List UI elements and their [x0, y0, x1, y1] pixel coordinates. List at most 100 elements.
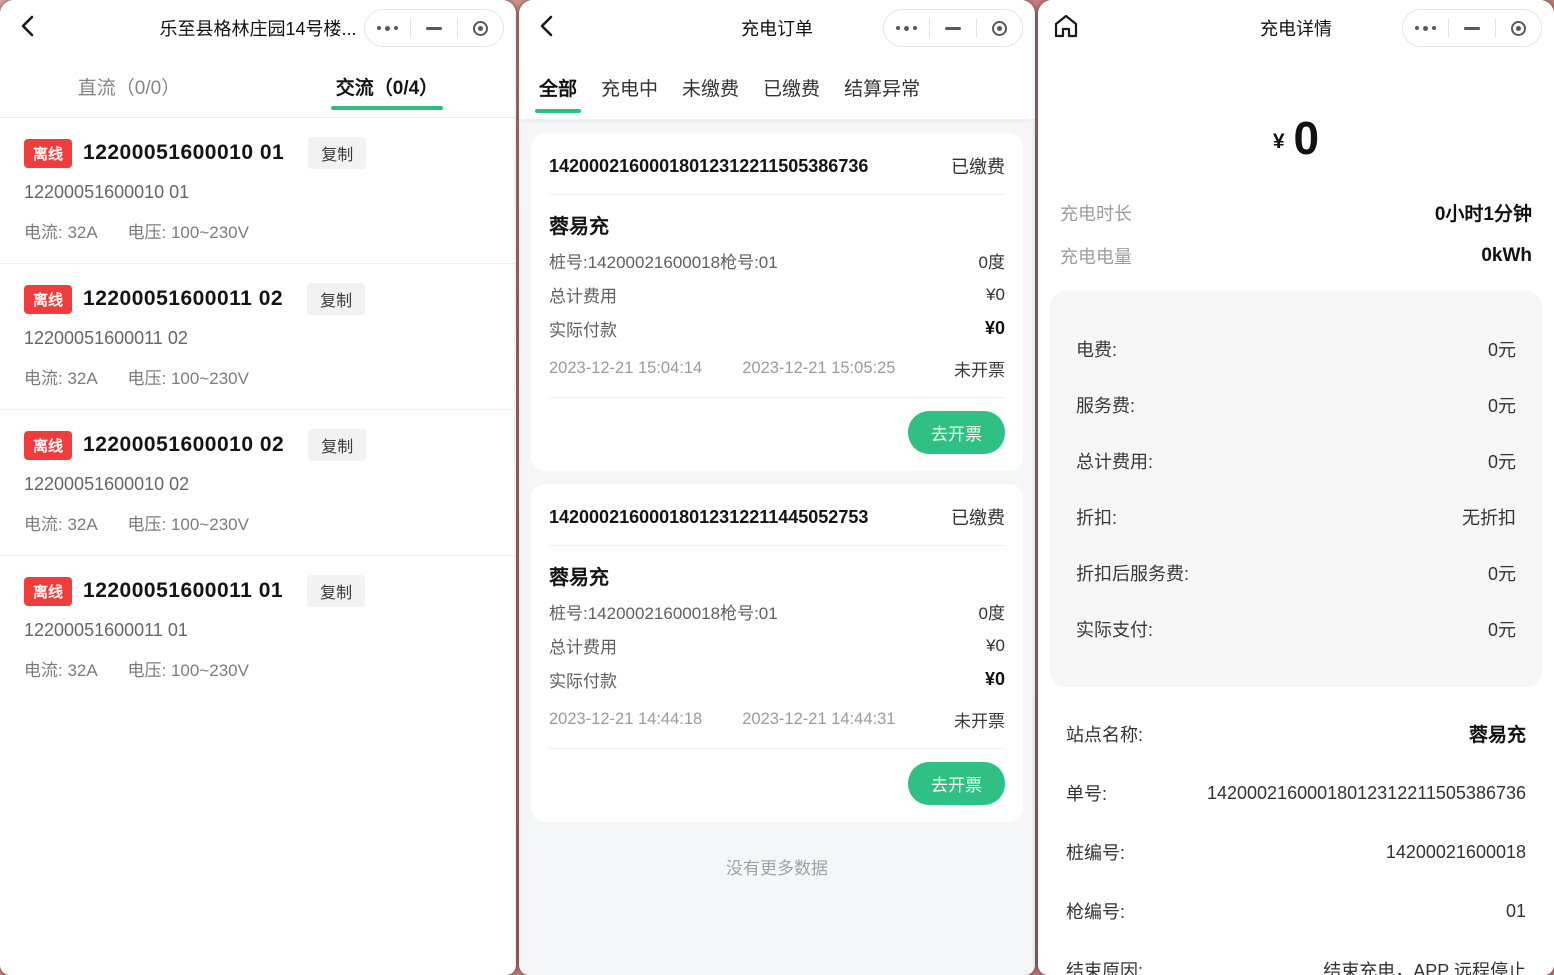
page-title: 充电订单 [741, 15, 813, 41]
order-no-value: 14200021600018012312211505386736 [1207, 783, 1526, 804]
gun-list-item[interactable]: 离线 12200051600010 02 复制 12200051600010 0… [0, 410, 516, 556]
capsule-quit-button[interactable] [977, 10, 1022, 46]
more-icon [896, 26, 917, 31]
info-row: 单号: 14200021600018012312211505386736 [1066, 780, 1526, 806]
order-times: 2023-12-21 14:44:18 2023-12-21 14:44:31 [549, 710, 895, 729]
screen3-header: 充电详情 [1038, 0, 1554, 56]
info-row: 桩编号: 14200021600018 [1066, 839, 1526, 865]
capsule-minimize-button[interactable] [1449, 10, 1494, 46]
home-icon [1052, 12, 1080, 45]
back-icon [536, 13, 558, 44]
paid-value: ¥0 [985, 318, 1005, 339]
tab-settle-error[interactable]: 结算异常 [832, 56, 932, 119]
order-detail-screen: 充电详情 ¥0 充电时长 0小时1分钟 充电电量 0kWh 电费: 0元 服务费… [1038, 0, 1554, 975]
currency-symbol: ¥ [1273, 130, 1285, 153]
info-row: 站点名称: 蓉易充 [1066, 720, 1526, 747]
station-name: 蓉易充 [549, 561, 1005, 590]
info-row: 枪编号: 01 [1066, 898, 1526, 924]
end-reason-label: 结束原因: [1066, 957, 1143, 975]
back-button[interactable] [525, 6, 569, 50]
screen2-header: 充电订单 [519, 0, 1035, 56]
order-number: 14200021600018012312211445052753 [549, 507, 868, 528]
total-fee-label: 总计费用 [549, 282, 617, 307]
start-time: 2023-12-21 15:04:14 [549, 359, 702, 378]
gun-voltage: 电压: 100~230V [128, 661, 249, 680]
summary-row: 充电电量 0kWh [1060, 243, 1532, 269]
invoice-button[interactable]: 去开票 [908, 762, 1005, 805]
order-filter-tabs: 全部 充电中 未缴费 已缴费 结算异常 [519, 56, 1035, 120]
start-time: 2023-12-21 14:44:18 [549, 710, 702, 729]
page-title: 乐至县格林庄园14号楼... [159, 15, 356, 41]
end-time: 2023-12-21 14:44:31 [742, 710, 895, 729]
divider [549, 194, 1005, 195]
capsule-quit-button[interactable] [1496, 10, 1541, 46]
station-name: 蓉易充 [549, 210, 1005, 239]
site-name-value: 蓉易充 [1469, 720, 1526, 747]
tab-dc[interactable]: 直流（0/0） [0, 56, 258, 117]
site-name-label: 站点名称: [1066, 721, 1143, 747]
active-tab-underline [331, 106, 443, 110]
status-badge: 离线 [24, 431, 72, 460]
minimize-icon [945, 27, 961, 30]
capsule-more-button[interactable] [365, 10, 410, 46]
gun-list-item[interactable]: 离线 12200051600011 02 复制 12200051600011 0… [0, 264, 516, 410]
active-tab-underline [535, 109, 581, 113]
gun-id: 12200051600010 02 [83, 433, 284, 457]
copy-button[interactable]: 复制 [308, 137, 366, 169]
total-fee-value: ¥0 [986, 285, 1005, 305]
capsule-quit-button[interactable] [458, 10, 503, 46]
back-button[interactable] [6, 6, 50, 50]
end-time: 2023-12-21 15:05:25 [742, 359, 895, 378]
home-button[interactable] [1044, 6, 1088, 50]
invoice-button[interactable]: 去开票 [908, 411, 1005, 454]
no-more-data-text: 没有更多数据 [519, 854, 1035, 879]
pile-no-value: 14200021600018 [1386, 842, 1526, 863]
status-badge: 离线 [24, 139, 72, 168]
tab-charging[interactable]: 充电中 [589, 56, 670, 119]
total-fee-value: ¥0 [986, 636, 1005, 656]
capsule-minimize-button[interactable] [930, 10, 975, 46]
order-status: 已缴费 [951, 504, 1005, 530]
order-card[interactable]: 14200021600018012312211445052753 已缴费 蓉易充… [531, 484, 1023, 822]
amount-value: 0 [1294, 112, 1320, 164]
minimize-icon [1464, 27, 1480, 30]
order-no-label: 单号: [1066, 780, 1107, 806]
minimize-icon [426, 27, 442, 30]
gun-list-item[interactable]: 离线 12200051600011 01 复制 12200051600011 0… [0, 556, 516, 701]
fee-row: 实际支付: 0元 [1076, 616, 1516, 642]
fee-row: 折扣: 无折扣 [1076, 504, 1516, 530]
gun-id: 12200051600011 02 [83, 287, 283, 311]
copy-button[interactable]: 复制 [308, 429, 366, 461]
capsule-more-button[interactable] [1403, 10, 1448, 46]
tab-ac[interactable]: 交流（0/4） [258, 56, 516, 117]
tab-all[interactable]: 全部 [527, 56, 589, 119]
energy-value: 0度 [979, 248, 1005, 273]
copy-button[interactable]: 复制 [307, 283, 365, 315]
status-badge: 离线 [24, 577, 72, 606]
charge-summary: 充电时长 0小时1分钟 充电电量 0kWh [1060, 199, 1532, 269]
pile-gun-label: 桩号:14200021600018枪号:01 [549, 599, 778, 624]
gun-voltage: 电压: 100~230V [128, 223, 249, 242]
gun-list-item[interactable]: 离线 12200051600010 01 复制 12200051600010 0… [0, 118, 516, 264]
gun-current: 电流: 32A [24, 369, 97, 388]
page-title: 充电详情 [1260, 15, 1332, 41]
order-status: 已缴费 [951, 153, 1005, 179]
order-times: 2023-12-21 15:04:14 2023-12-21 15:05:25 [549, 359, 895, 378]
duration-value: 0小时1分钟 [1435, 199, 1532, 226]
gun-specs: 电流: 32A 电压: 100~230V [24, 510, 492, 535]
gun-sub-id: 12200051600011 02 [24, 328, 492, 349]
divider [549, 545, 1005, 546]
capsule-more-button[interactable] [884, 10, 929, 46]
total-amount: ¥0 [1038, 111, 1554, 165]
quit-circle-icon [473, 21, 488, 36]
copy-button[interactable]: 复制 [307, 575, 365, 607]
tab-paid[interactable]: 已缴费 [751, 56, 832, 119]
capsule-minimize-button[interactable] [411, 10, 456, 46]
gun-current: 电流: 32A [24, 661, 97, 680]
pile-no-label: 桩编号: [1066, 839, 1125, 865]
miniprogram-capsule [364, 9, 504, 47]
tab-unpaid[interactable]: 未缴费 [670, 56, 751, 119]
quit-circle-icon [1511, 21, 1526, 36]
gun-voltage: 电压: 100~230V [128, 515, 249, 534]
order-card[interactable]: 14200021600018012312211505386736 已缴费 蓉易充… [531, 133, 1023, 471]
